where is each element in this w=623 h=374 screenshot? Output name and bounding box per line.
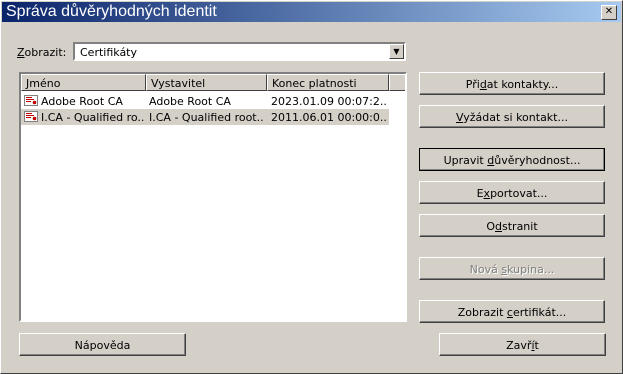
cell-name: Adobe Root CA <box>41 95 123 108</box>
filter-select-value: Certifikáty <box>80 46 138 59</box>
cell-expiry: 2023.01.09 00:07:2... <box>271 95 387 108</box>
certificate-icon <box>24 95 38 106</box>
new-group-button[interactable]: Nová skupina... <box>419 257 605 280</box>
column-header-filler <box>389 74 405 91</box>
show-certificate-button[interactable]: Zobrazit certifikát... <box>419 300 605 323</box>
filter-label: Zobrazit: <box>17 46 67 59</box>
dialog-window: Správa důvěryhodných identit ✕ Zobrazit:… <box>0 0 623 374</box>
list-row[interactable]: Adobe Root CA Adobe Root CA 2023.01.09 0… <box>21 93 389 109</box>
cell-name: I.CA - Qualified ro... <box>41 111 145 124</box>
chevron-down-icon[interactable]: ▼ <box>389 44 404 59</box>
list-row-selected[interactable]: I.CA - Qualified ro... I.CA - Qualified … <box>21 109 389 125</box>
close-window-button[interactable]: ✕ <box>601 5 617 20</box>
window-title: Správa důvěryhodných identit <box>6 3 217 20</box>
identity-list[interactable]: Jméno Vystavitel Konec platnosti Adobe R… <box>19 72 407 322</box>
cell-issuer: I.CA - Qualified root... <box>149 111 264 124</box>
cell-issuer: Adobe Root CA <box>149 95 231 108</box>
request-contact-button[interactable]: Vyžádat si kontakt... <box>419 105 605 128</box>
delete-button[interactable]: Odstranit <box>419 214 605 237</box>
column-header-issuer[interactable]: Vystavitel <box>146 74 267 91</box>
column-header-expiry[interactable]: Konec platnosti <box>267 74 389 91</box>
export-button[interactable]: Exportovat... <box>419 181 605 204</box>
cell-expiry: 2011.06.01 00:00:0... <box>271 111 387 124</box>
edit-trust-button[interactable]: Upravit důvěryhodnost... <box>419 148 605 171</box>
add-contacts-button[interactable]: Přidat kontakty... <box>419 72 605 95</box>
title-bar[interactable]: Správa důvěryhodných identit ✕ <box>2 2 621 22</box>
certificate-icon <box>24 111 38 122</box>
help-button[interactable]: Nápověda <box>19 333 186 356</box>
close-button[interactable]: Zavřít <box>439 333 606 356</box>
filter-select[interactable]: Certifikáty ▼ <box>73 42 406 61</box>
column-header-name[interactable]: Jméno <box>21 74 146 91</box>
